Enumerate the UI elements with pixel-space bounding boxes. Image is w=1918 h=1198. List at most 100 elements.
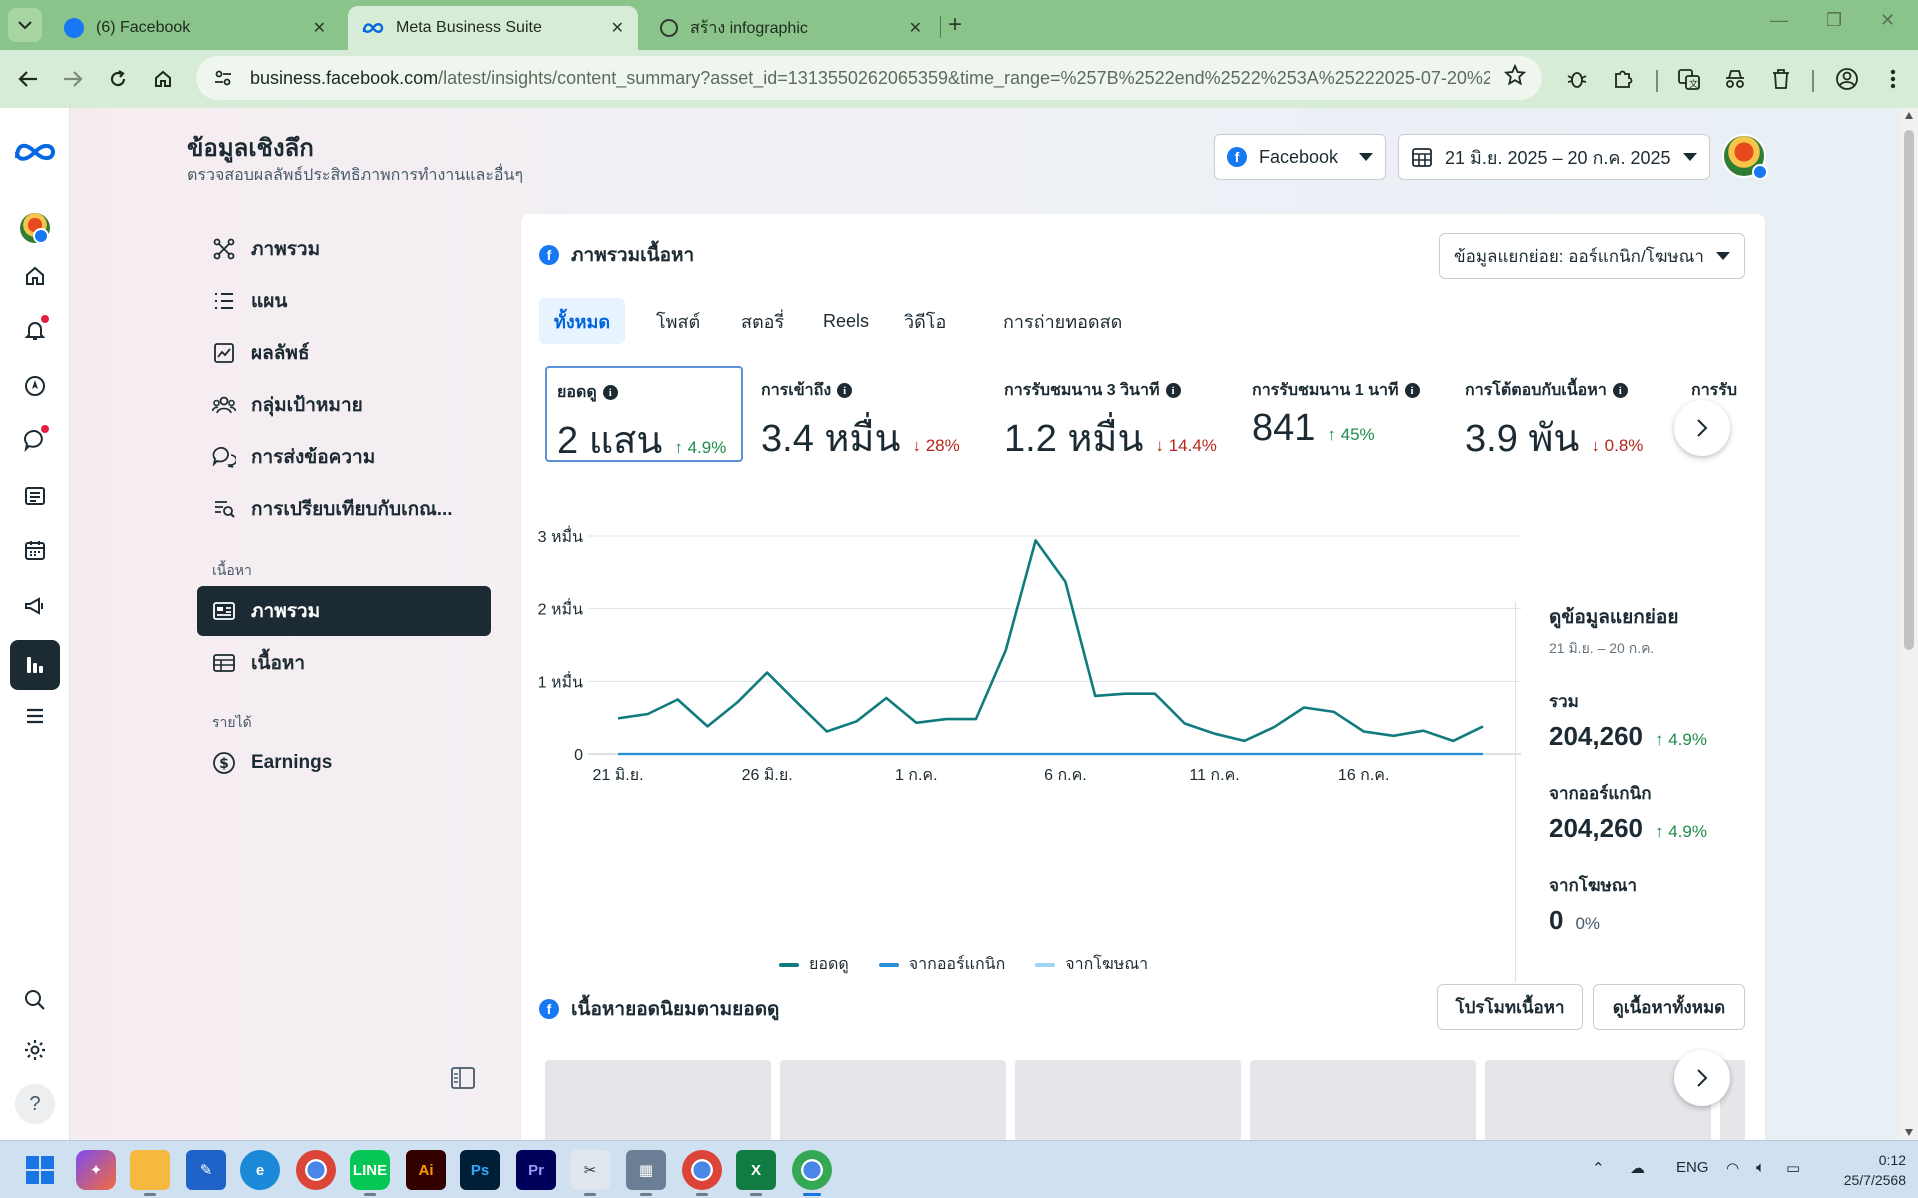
home-icon (155, 70, 171, 87)
content-thumbnail-placeholder[interactable] (1250, 1060, 1476, 1140)
content-thumbnail-placeholder[interactable] (780, 1060, 1006, 1140)
subnav-item-earnings[interactable]: $ Earnings (197, 738, 491, 788)
windows-start-icon[interactable] (20, 1150, 60, 1190)
tab-facebook[interactable]: (6) Facebook ✕ (50, 6, 340, 50)
excel-icon[interactable]: X (736, 1150, 776, 1196)
metric-change: 0.8% (1604, 436, 1644, 455)
view-all-content-button[interactable]: ดูเนื้อหาทั้งหมด (1593, 984, 1745, 1030)
back-button[interactable] (13, 64, 43, 94)
meta-logo-icon[interactable] (12, 132, 58, 172)
bookmark-star-icon[interactable] (1503, 63, 1527, 91)
settings-gear-icon[interactable] (15, 1030, 55, 1070)
cloud-icon[interactable]: ☁ (1630, 1159, 1645, 1177)
scroll-up-icon[interactable] (1905, 112, 1913, 119)
minimize-button[interactable]: — (1770, 10, 1788, 31)
illustrator-icon[interactable]: Ai (406, 1150, 446, 1190)
bug-extension-icon[interactable] (1562, 64, 1592, 94)
new-tab-button[interactable]: + (948, 11, 962, 39)
inbox-chat-icon[interactable] (15, 420, 55, 460)
tab-search-button[interactable] (8, 8, 42, 42)
reload-button[interactable] (103, 64, 133, 94)
trash-icon[interactable] (1766, 64, 1796, 94)
metrics-next-button[interactable] (1674, 400, 1730, 456)
x-tick-label: 26 มิ.ย. (742, 767, 793, 784)
subnav-item-benchmark[interactable]: การเปรียบเทียบกับเกณ... (197, 484, 491, 534)
chrome-profile-icon[interactable] (682, 1150, 722, 1196)
date-range-picker[interactable]: 21 มิ.ย. 2025 – 20 ก.ค. 2025 (1398, 134, 1710, 180)
home-button[interactable] (148, 64, 178, 94)
subnav-label: การเปรียบเทียบกับเกณ... (251, 499, 453, 520)
close-icon[interactable]: ✕ (611, 18, 624, 38)
profile-icon[interactable] (1832, 64, 1862, 94)
arrow-up-icon: ↑ (1654, 730, 1669, 749)
subnav-item-results[interactable]: ผลลัพธ์ (197, 328, 491, 378)
battery-icon[interactable]: ▭ (1786, 1159, 1800, 1177)
platform-dropdown[interactable]: f Facebook (1214, 134, 1386, 180)
extensions-puzzle-icon[interactable] (1608, 64, 1638, 94)
file-explorer-icon[interactable] (130, 1150, 170, 1196)
search-icon[interactable] (15, 980, 55, 1020)
copilot-icon[interactable]: ✦ (76, 1150, 116, 1190)
legend-item-organic[interactable]: จากออร์แกนิก (878, 952, 1005, 977)
legend-item-ads[interactable]: จากโฆษณา (1035, 952, 1148, 977)
photoshop-icon[interactable]: Ps (460, 1150, 500, 1190)
line-app-icon[interactable]: LINE (350, 1150, 390, 1196)
page-avatar[interactable] (15, 208, 55, 248)
content-thumbnail-placeholder[interactable] (1015, 1060, 1241, 1140)
ads-label: จากโฆษณา (1549, 876, 1638, 895)
show-hidden-icons-chevron-icon[interactable]: ⌃ (1592, 1159, 1605, 1177)
insights-chart-icon[interactable] (10, 640, 60, 690)
top-content-next-button[interactable] (1674, 1050, 1730, 1106)
promote-content-button[interactable]: โปรโมทเนื้อหา (1437, 984, 1583, 1030)
subnav-item-overview[interactable]: ภาพรวม (197, 224, 491, 274)
more-menu-icon[interactable] (1878, 64, 1908, 94)
close-icon[interactable]: ✕ (313, 18, 326, 38)
snipping-tool-icon[interactable]: ✂ (570, 1150, 610, 1196)
home-icon[interactable] (15, 256, 55, 296)
subnav-item-messaging[interactable]: การส่งข้อความ (197, 432, 491, 482)
incognito-icon[interactable] (1720, 64, 1750, 94)
system-clock[interactable]: 0:12 25/7/2568 (1826, 1150, 1906, 1190)
forward-button[interactable] (58, 64, 88, 94)
close-window-button[interactable]: ✕ (1880, 10, 1895, 31)
chrome-active-icon[interactable] (792, 1150, 832, 1196)
content-thumbnail-placeholder[interactable] (545, 1060, 771, 1140)
global-nav: ? (0, 108, 70, 1140)
all-tools-menu-icon[interactable] (15, 696, 55, 736)
subnav-item-content[interactable]: เนื้อหา (197, 638, 491, 688)
account-avatar[interactable] (1722, 134, 1768, 180)
help-icon[interactable]: ? (15, 1084, 55, 1124)
app-icon[interactable]: ✎ (186, 1150, 226, 1190)
close-icon[interactable]: ✕ (909, 18, 922, 38)
chrome-icon[interactable] (296, 1150, 336, 1190)
info-icon[interactable]: i (1612, 383, 1628, 398)
page-scrollbar[interactable] (1900, 108, 1918, 1140)
scroll-down-icon[interactable] (1905, 1129, 1913, 1136)
subnav-label: แผน (251, 291, 288, 312)
notifications-bell-icon[interactable] (15, 310, 55, 350)
url-field[interactable]: business.facebook.com/latest/insights/co… (196, 56, 1542, 100)
translate-icon[interactable]: 文 (1674, 64, 1704, 94)
calendar-icon[interactable] (15, 530, 55, 570)
volume-icon[interactable]: 🔈︎ (1756, 1159, 1765, 1176)
compass-icon[interactable] (15, 366, 55, 406)
browser-tab-bar: (6) Facebook ✕ Meta Business Suite ✕ สร้… (0, 0, 1918, 50)
tab-infographic[interactable]: สร้าง infographic ✕ (646, 6, 936, 50)
ads-megaphone-icon[interactable] (15, 586, 55, 626)
content-posts-icon[interactable] (15, 476, 55, 516)
edge-icon[interactable]: e (240, 1150, 280, 1190)
premiere-icon[interactable]: Pr (516, 1150, 556, 1190)
site-info-icon[interactable] (208, 63, 238, 93)
legend-item-views[interactable]: ยอดดู (779, 952, 849, 977)
tab-meta-business-suite[interactable]: Meta Business Suite ✕ (348, 6, 638, 50)
subnav-item-plan[interactable]: แผน (197, 276, 491, 326)
subnav-item-audience[interactable]: กลุ่มเป้าหมาย (197, 380, 491, 430)
language-indicator[interactable]: ENG (1676, 1159, 1709, 1176)
subnav-item-content-overview[interactable]: ภาพรวม (197, 586, 491, 636)
collapse-sidebar-icon[interactable] (450, 1066, 476, 1095)
wifi-icon[interactable]: ◠ (1726, 1159, 1739, 1177)
restore-button[interactable]: ❐ (1826, 10, 1842, 31)
chevron-down-icon (18, 21, 32, 30)
calculator-icon[interactable]: ▦ (626, 1150, 666, 1196)
scroll-thumb[interactable] (1904, 130, 1914, 650)
